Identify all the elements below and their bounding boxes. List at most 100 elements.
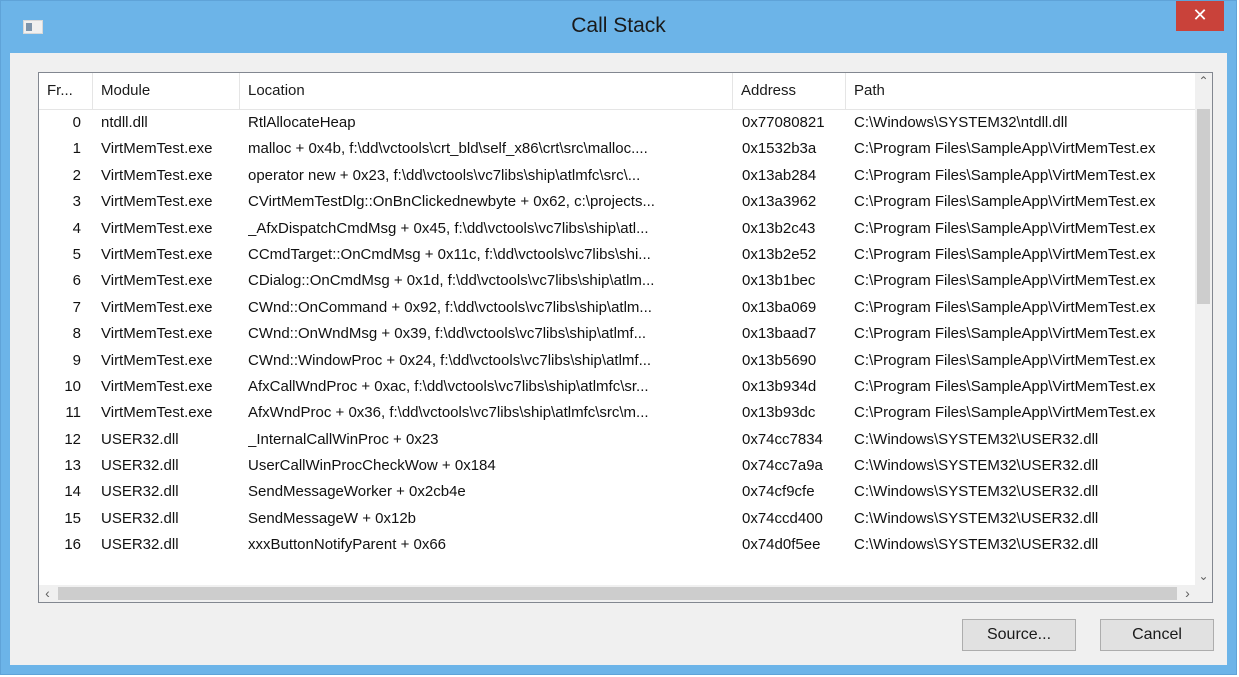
window-title: Call Stack [571, 14, 666, 37]
location-cell: malloc + 0x4b, f:\dd\vctools\crt_bld\sel… [248, 140, 648, 158]
location-cell: RtlAllocateHeap [248, 114, 356, 131]
vertical-scrollbar[interactable]: ⌃ ⌄ [1195, 73, 1212, 585]
module-cell: VirtMemTest.exe [101, 377, 213, 395]
frame-cell: 7 [72, 298, 81, 316]
address-cell: 0x13b2e52 [742, 245, 817, 263]
table-row[interactable]: 9 VirtMemTest.exe CWnd::WindowProc + 0x24,… [39, 348, 1196, 374]
address-cell: 0x74d0f5ee [742, 536, 821, 554]
address-cell: 0x13b934d [742, 377, 817, 395]
column-header-location[interactable]: Location [240, 73, 733, 109]
cancel-button[interactable]: Cancel [1100, 619, 1214, 651]
location-cell: operator new + 0x23, f:\dd\vctools\vc7li… [248, 166, 641, 184]
vertical-scroll-thumb[interactable] [1197, 109, 1210, 304]
module-cell: VirtMemTest.exe [101, 193, 213, 211]
address-cell: 0x74cf9cfe [742, 483, 815, 501]
path-cell: C:\Program Files\SampleApp\VirtMemTest.e… [854, 245, 1156, 263]
list-header: Fr... Module Location Address Path [39, 73, 1196, 110]
table-row[interactable]: 6 VirtMemTest.exe CDialog::OnCmdMsg + 0x1d… [39, 268, 1196, 294]
title-bar[interactable]: Call Stack ✕ [1, 1, 1236, 53]
table-row[interactable]: 12 USER32.dll _InternalCallWinProc + 0x23 0… [39, 427, 1196, 453]
horizontal-scrollbar[interactable]: ‹ › [39, 585, 1196, 602]
module-cell: VirtMemTest.exe [101, 404, 213, 422]
path-cell: C:\Program Files\SampleApp\VirtMemTest.e… [854, 166, 1156, 184]
address-cell: 0x13b93dc [742, 404, 816, 422]
module-cell: VirtMemTest.exe [101, 272, 213, 290]
path-cell: C:\Windows\SYSTEM32\USER32.dll [854, 509, 1099, 527]
path-cell: C:\Program Files\SampleApp\VirtMemTest.e… [854, 140, 1156, 158]
source-button[interactable]: Source... [962, 619, 1076, 651]
frame-cell: 11 [65, 404, 81, 422]
table-row[interactable]: 14 USER32.dll SendMessageWorker + 0x2cb4e 0… [39, 479, 1196, 505]
address-cell: 0x13baad7 [742, 325, 817, 343]
horizontal-scroll-thumb[interactable] [58, 587, 1177, 600]
address-cell: 0x13b5690 [742, 351, 817, 369]
path-cell: C:\Windows\SYSTEM32\USER32.dll [854, 430, 1099, 448]
module-cell: VirtMemTest.exe [101, 325, 213, 343]
scroll-right-icon[interactable]: › [1179, 585, 1196, 602]
module-cell: VirtMemTest.exe [101, 298, 213, 316]
column-header-module[interactable]: Module [93, 73, 240, 109]
module-cell: USER32.dll [101, 509, 179, 527]
table-row[interactable]: 2 VirtMemTest.exe operator new + 0x23, f:\… [39, 163, 1196, 189]
scroll-left-icon[interactable]: ‹ [39, 585, 56, 602]
module-cell: VirtMemTest.exe [101, 351, 213, 369]
location-cell: SendMessageWorker + 0x2cb4e [248, 483, 466, 501]
table-row[interactable]: 7 VirtMemTest.exe CWnd::OnCommand + 0x92, … [39, 295, 1196, 321]
address-cell: 0x13ab284 [742, 166, 817, 184]
frame-cell: 12 [64, 430, 81, 448]
scroll-down-icon[interactable]: ⌄ [1195, 568, 1212, 585]
close-button[interactable]: ✕ [1176, 1, 1224, 31]
list-rows: 0 ntdll.dll RtlAllocateHeap 0x77080821 C:\Wi… [39, 110, 1196, 585]
table-row[interactable]: 0 ntdll.dll RtlAllocateHeap 0x77080821 C:\Wi… [39, 110, 1196, 136]
module-cell: VirtMemTest.exe [101, 245, 213, 263]
call-stack-window: Call Stack ✕ Fr... Module Location Addre… [0, 0, 1237, 675]
table-row[interactable]: 15 USER32.dll SendMessageW + 0x12b 0x74ccd4… [39, 506, 1196, 532]
location-cell: CDialog::OnCmdMsg + 0x1d, f:\dd\vctools\… [248, 272, 655, 290]
path-cell: C:\Windows\SYSTEM32\USER32.dll [854, 483, 1099, 501]
location-cell: AfxCallWndProc + 0xac, f:\dd\vctools\vc7… [248, 377, 649, 395]
table-row[interactable]: 8 VirtMemTest.exe CWnd::OnWndMsg + 0x39, f… [39, 321, 1196, 347]
column-header-address[interactable]: Address [733, 73, 846, 109]
frame-cell: 9 [72, 351, 81, 369]
frame-cell: 3 [72, 193, 81, 211]
location-cell: xxxButtonNotifyParent + 0x66 [248, 536, 447, 554]
frame-cell: 1 [72, 140, 81, 158]
path-cell: C:\Program Files\SampleApp\VirtMemTest.e… [854, 351, 1156, 369]
path-cell: C:\Program Files\SampleApp\VirtMemTest.e… [854, 272, 1156, 290]
module-cell: ntdll.dll [101, 114, 148, 131]
location-cell: CWnd::WindowProc + 0x24, f:\dd\vctools\v… [248, 351, 652, 369]
location-cell: _AfxDispatchCmdMsg + 0x45, f:\dd\vctools… [248, 219, 649, 237]
table-row[interactable]: 1 VirtMemTest.exe malloc + 0x4b, f:\dd\vct… [39, 136, 1196, 162]
location-cell: CCmdTarget::OnCmdMsg + 0x11c, f:\dd\vcto… [248, 245, 651, 263]
frame-cell: 5 [72, 245, 81, 263]
module-cell: VirtMemTest.exe [101, 219, 213, 237]
table-row[interactable]: 16 USER32.dll xxxButtonNotifyParent + 0x66… [39, 532, 1196, 558]
module-cell: USER32.dll [101, 457, 179, 475]
frame-cell: 13 [64, 457, 81, 475]
module-cell: VirtMemTest.exe [101, 166, 213, 184]
table-row[interactable]: 4 VirtMemTest.exe _AfxDispatchCmdMsg + 0x4… [39, 216, 1196, 242]
path-cell: C:\Windows\SYSTEM32\ntdll.dll [854, 114, 1068, 131]
table-row[interactable]: 3 VirtMemTest.exe CVirtMemTestDlg::OnBnCli… [39, 189, 1196, 215]
frame-cell: 15 [64, 509, 81, 527]
frame-cell: 2 [72, 166, 81, 184]
frame-cell: 14 [64, 483, 81, 501]
address-cell: 0x13a3962 [742, 193, 817, 211]
frame-cell: 0 [72, 114, 81, 131]
scroll-up-icon[interactable]: ⌃ [1195, 73, 1212, 90]
table-row[interactable]: 10 VirtMemTest.exe AfxCallWndProc + 0xac, … [39, 374, 1196, 400]
dialog-client-area: Fr... Module Location Address Path 0 ntdl… [10, 53, 1227, 665]
table-row[interactable]: 13 USER32.dll UserCallWinProcCheckWow + 0x… [39, 453, 1196, 479]
address-cell: 0x13ba069 [742, 298, 817, 316]
table-row[interactable]: 5 VirtMemTest.exe CCmdTarget::OnCmdMsg + 0… [39, 242, 1196, 268]
table-row[interactable]: 11 VirtMemTest.exe AfxWndProc + 0x36, f:\d… [39, 400, 1196, 426]
path-cell: C:\Program Files\SampleApp\VirtMemTest.e… [854, 298, 1156, 316]
module-cell: USER32.dll [101, 430, 179, 448]
column-header-frame[interactable]: Fr... [39, 73, 93, 109]
path-cell: C:\Program Files\SampleApp\VirtMemTest.e… [854, 404, 1156, 422]
frame-cell: 16 [64, 536, 81, 554]
path-cell: C:\Program Files\SampleApp\VirtMemTest.e… [854, 193, 1156, 211]
column-header-path[interactable]: Path [846, 73, 1196, 109]
call-stack-list[interactable]: Fr... Module Location Address Path 0 ntdl… [38, 72, 1213, 603]
address-cell: 0x74ccd400 [742, 509, 823, 527]
